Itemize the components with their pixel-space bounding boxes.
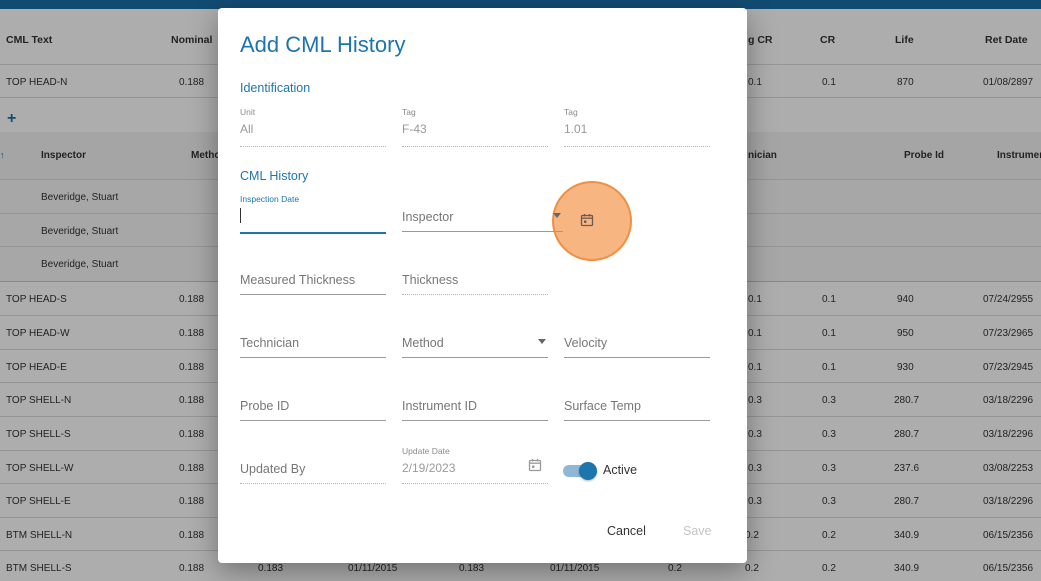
dialog-title: Add CML History <box>240 32 406 57</box>
instrument-id-placeholder: Instrument ID <box>402 399 478 413</box>
save-button[interactable]: Save <box>683 524 712 538</box>
probe-id-placeholder: Probe ID <box>240 399 290 413</box>
tag-number-field: Tag 1.01 <box>564 107 710 147</box>
cml-history-section-label: CML History <box>240 169 309 183</box>
technician-placeholder: Technician <box>240 336 300 350</box>
cancel-button[interactable]: Cancel <box>607 524 646 538</box>
unit-label: Unit <box>240 107 256 117</box>
technician-input[interactable]: Technician <box>240 320 386 358</box>
add-cml-history-dialog: Add CML History Identification Unit All … <box>218 8 747 563</box>
surface-temp-input[interactable]: Surface Temp <box>564 383 710 421</box>
inspector-select[interactable]: Inspector <box>402 194 563 232</box>
chevron-down-icon <box>553 213 561 218</box>
measured-thickness-input[interactable]: Measured Thickness <box>240 257 386 295</box>
inspection-date-input[interactable]: Inspection Date <box>240 194 386 234</box>
update-date-field: Update Date 2/19/2023 <box>402 446 548 484</box>
updated-by-field: Updated By <box>240 446 386 484</box>
text-cursor <box>240 208 241 223</box>
instrument-id-input[interactable]: Instrument ID <box>402 383 548 421</box>
measured-thickness-placeholder: Measured Thickness <box>240 273 356 287</box>
active-label: Active <box>603 463 638 477</box>
tag-label: Tag <box>402 107 416 117</box>
surface-temp-placeholder: Surface Temp <box>564 399 641 413</box>
updated-by-placeholder: Updated By <box>240 462 306 476</box>
update-date-label: Update Date <box>402 446 450 456</box>
chevron-down-icon <box>538 339 546 344</box>
inspection-date-label: Inspection Date <box>240 194 300 204</box>
tag-number-value: 1.01 <box>564 122 588 136</box>
velocity-placeholder: Velocity <box>564 336 608 350</box>
toggle-knob <box>579 462 597 480</box>
calendar-icon[interactable] <box>580 213 594 227</box>
velocity-input[interactable]: Velocity <box>564 320 710 358</box>
tag-field: Tag F-43 <box>402 107 548 147</box>
inspector-placeholder: Inspector <box>402 210 454 224</box>
tag-value: F-43 <box>402 122 427 136</box>
method-placeholder: Method <box>402 336 444 350</box>
identification-section-label: Identification <box>240 81 311 95</box>
active-toggle[interactable] <box>563 462 597 480</box>
calendar-icon <box>528 459 542 472</box>
probe-id-input[interactable]: Probe ID <box>240 383 386 421</box>
thickness-field: Thickness <box>402 257 548 295</box>
unit-value: All <box>240 122 254 136</box>
tag-number-label: Tag <box>564 107 578 117</box>
update-date-value: 2/19/2023 <box>402 461 456 475</box>
unit-field: Unit All <box>240 107 386 147</box>
thickness-placeholder: Thickness <box>402 273 459 287</box>
method-select[interactable]: Method <box>402 320 548 358</box>
